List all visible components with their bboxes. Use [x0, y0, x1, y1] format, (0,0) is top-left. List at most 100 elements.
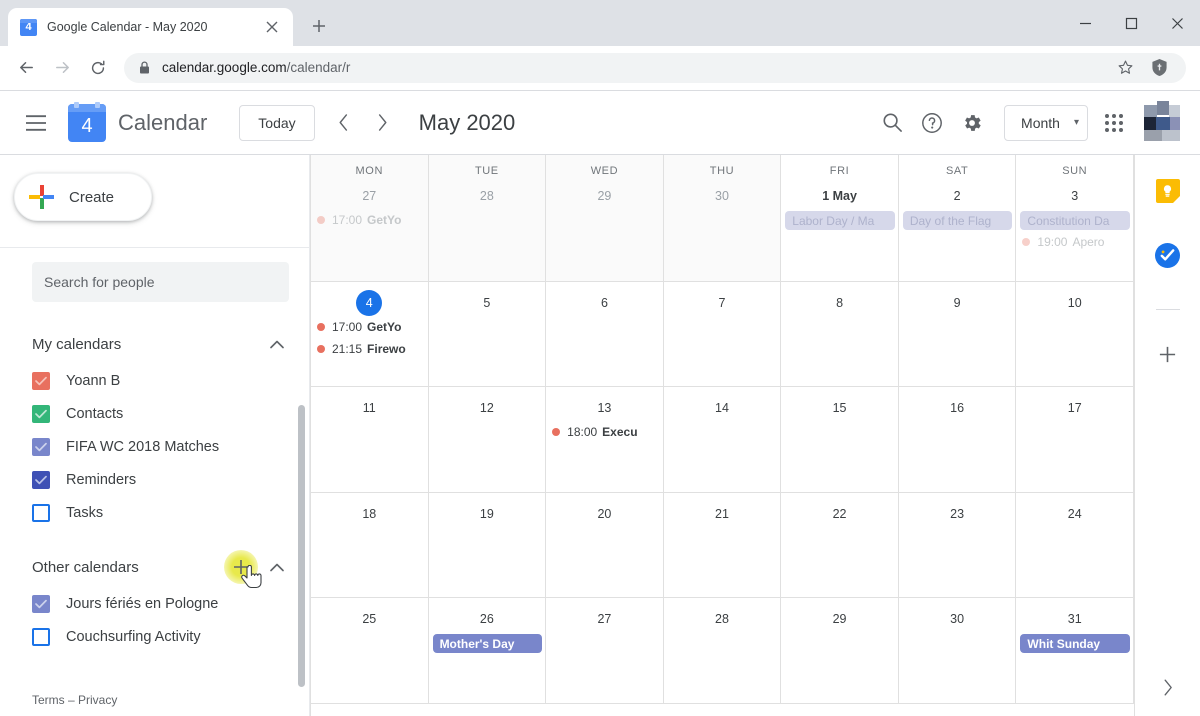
day-cell[interactable]: 8: [781, 282, 899, 387]
chevron-up-icon[interactable]: [263, 553, 291, 581]
address-bar[interactable]: calendar.google.com/calendar/r: [124, 52, 1186, 83]
day-cell[interactable]: 20: [546, 493, 664, 598]
next-month-button[interactable]: [363, 104, 401, 142]
day-cell[interactable]: SUN 3 Constitution Da 19:00 Apero: [1016, 155, 1134, 282]
window-close-icon[interactable]: [1154, 0, 1200, 46]
day-cell[interactable]: 12: [428, 387, 547, 493]
add-other-calendar-button[interactable]: [224, 550, 262, 589]
google-keep-icon[interactable]: [1154, 177, 1182, 205]
day-number[interactable]: 23: [899, 502, 1016, 526]
day-cell[interactable]: THU 30: [663, 155, 782, 282]
search-input[interactable]: [44, 274, 277, 290]
new-tab-button[interactable]: [305, 12, 333, 40]
day-cell[interactable]: 14: [663, 387, 782, 493]
event-item[interactable]: 19:00 Apero: [1016, 232, 1133, 252]
day-number[interactable]: 28: [429, 184, 546, 208]
browser-tab[interactable]: 4 Google Calendar - May 2020: [8, 8, 293, 46]
day-number[interactable]: 16: [899, 396, 1016, 420]
day-cell[interactable]: 22: [781, 493, 899, 598]
my-calendars-header[interactable]: My calendars: [32, 328, 291, 360]
day-cell[interactable]: 27: [546, 598, 664, 704]
day-number[interactable]: 9: [899, 291, 1016, 315]
day-cell[interactable]: FRI 1 May Labor Day / Ma: [781, 155, 899, 282]
day-cell[interactable]: 29: [781, 598, 899, 704]
day-number[interactable]: 27: [311, 184, 428, 208]
day-number[interactable]: 25: [311, 607, 428, 631]
event-chip[interactable]: Mother's Day: [432, 634, 543, 653]
shield-extension-icon[interactable]: [1151, 58, 1168, 77]
today-button[interactable]: Today: [239, 104, 315, 141]
day-number[interactable]: 13: [546, 396, 663, 420]
day-number[interactable]: 10: [1016, 291, 1133, 315]
day-cell[interactable]: 7: [663, 282, 782, 387]
forward-arrow-icon[interactable]: [44, 50, 80, 86]
event-chip[interactable]: Whit Sunday: [1020, 634, 1130, 653]
calendar-checkbox[interactable]: [32, 627, 50, 646]
day-number[interactable]: 29: [781, 607, 898, 631]
day-number[interactable]: 1 May: [781, 184, 898, 208]
day-number[interactable]: 14: [664, 396, 781, 420]
day-cell[interactable]: 9: [898, 282, 1017, 387]
event-chip[interactable]: Labor Day / Ma: [785, 211, 895, 230]
day-cell[interactable]: 28: [663, 598, 782, 704]
event-item[interactable]: 18:00 Execu: [546, 422, 663, 442]
list-item[interactable]: Reminders: [32, 463, 291, 496]
list-item[interactable]: Yoann B: [32, 364, 291, 397]
day-number[interactable]: 2: [899, 184, 1016, 208]
day-number[interactable]: 3: [1016, 184, 1133, 208]
maximize-icon[interactable]: [1108, 0, 1154, 46]
day-number[interactable]: 29: [546, 184, 663, 208]
day-cell[interactable]: 6: [546, 282, 664, 387]
google-apps-grid-icon[interactable]: [1094, 103, 1134, 143]
gear-icon[interactable]: [952, 103, 992, 143]
expand-side-panel-button[interactable]: [1162, 679, 1173, 701]
hamburger-menu-icon[interactable]: [16, 103, 56, 143]
day-number[interactable]: 27: [546, 607, 663, 631]
day-number[interactable]: 24: [1016, 502, 1133, 526]
day-number[interactable]: 21: [664, 502, 781, 526]
chevron-up-icon[interactable]: [263, 330, 291, 358]
create-button[interactable]: Create: [14, 173, 152, 221]
day-cell[interactable]: 23: [898, 493, 1017, 598]
day-cell[interactable]: 11: [311, 387, 429, 493]
calendar-checkbox[interactable]: [32, 404, 50, 423]
day-cell[interactable]: 30: [898, 598, 1017, 704]
day-cell[interactable]: TUE 28: [428, 155, 547, 282]
minimize-icon[interactable]: [1062, 0, 1108, 46]
previous-month-button[interactable]: [325, 104, 363, 142]
account-avatar[interactable]: [1140, 100, 1184, 145]
day-cell[interactable]: 4 17:00 GetYo 21:15 Firewo: [311, 282, 429, 387]
day-cell[interactable]: 24: [1016, 493, 1134, 598]
list-item[interactable]: Couchsurfing Activity: [32, 620, 291, 653]
day-number[interactable]: 30: [664, 184, 781, 208]
day-number[interactable]: 6: [546, 291, 663, 315]
day-cell[interactable]: 19: [428, 493, 547, 598]
event-item[interactable]: 17:00 GetYo: [311, 317, 428, 337]
calendar-logo[interactable]: 4 Calendar: [68, 101, 207, 142]
day-number[interactable]: 5: [429, 291, 546, 315]
day-number[interactable]: 20: [546, 502, 663, 526]
day-cell[interactable]: 21: [663, 493, 782, 598]
day-cell[interactable]: 15: [781, 387, 899, 493]
day-number[interactable]: 26: [429, 607, 546, 631]
day-number[interactable]: 19: [429, 502, 546, 526]
day-number[interactable]: 31: [1016, 607, 1133, 631]
calendar-checkbox[interactable]: [32, 470, 50, 489]
star-icon[interactable]: [1117, 59, 1134, 76]
day-cell[interactable]: SAT 2 Day of the Flag: [898, 155, 1017, 282]
sidebar-scrollbar[interactable]: [298, 405, 305, 687]
reload-icon[interactable]: [80, 50, 116, 86]
terms-privacy-link[interactable]: Terms – Privacy: [32, 693, 117, 707]
day-cell[interactable]: 16: [898, 387, 1017, 493]
back-arrow-icon[interactable]: [8, 50, 44, 86]
view-selector[interactable]: Month ▾: [1004, 104, 1088, 141]
add-side-panel-app-button[interactable]: [1154, 340, 1182, 368]
day-number[interactable]: 18: [311, 502, 428, 526]
google-tasks-icon[interactable]: [1154, 241, 1182, 269]
day-number[interactable]: 12: [429, 396, 546, 420]
day-number[interactable]: 7: [664, 291, 781, 315]
event-item[interactable]: 17:00 GetYo: [311, 210, 428, 230]
day-cell[interactable]: 25: [311, 598, 429, 704]
day-number[interactable]: 30: [899, 607, 1016, 631]
event-item[interactable]: 21:15 Firewo: [311, 339, 428, 359]
